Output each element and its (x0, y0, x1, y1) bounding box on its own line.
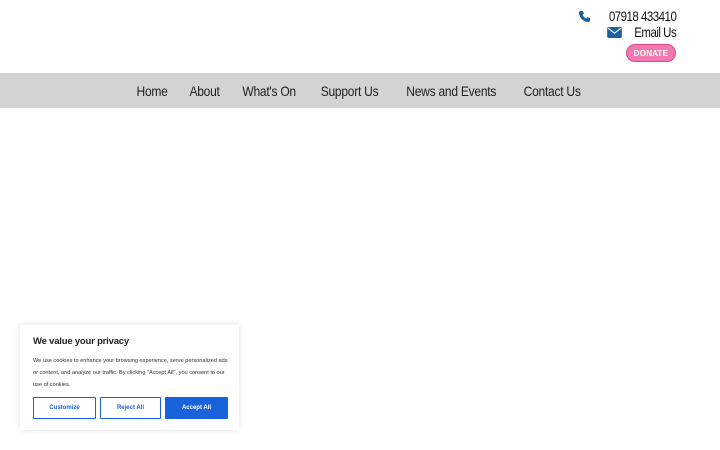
nav-item-home[interactable]: Home (130, 83, 175, 99)
header-contact: 07918 433410 Email Us (476, 8, 676, 40)
nav-item-support-us[interactable]: Support Us (314, 83, 385, 99)
main-nav: Home About What's On Support Us News and… (0, 73, 720, 108)
phone-link[interactable]: 07918 433410 (476, 8, 676, 24)
phone-icon (578, 10, 590, 22)
donate-button[interactable]: DONATE (626, 44, 676, 62)
cookie-buttons: Customize Reject All Accept All (33, 397, 228, 419)
nav-item-contact-us[interactable]: Contact Us (517, 83, 588, 99)
reject-all-button[interactable]: Reject All (100, 397, 161, 419)
envelope-icon (606, 26, 622, 38)
nav-item-about[interactable]: About (182, 83, 226, 99)
page: 07918 433410 Email Us DONATE Home About … (0, 0, 720, 450)
nav-item-news-and-events[interactable]: News and Events (399, 83, 503, 99)
customize-button[interactable]: Customize (33, 397, 96, 419)
email-link[interactable]: Email Us (476, 24, 676, 40)
phone-number: 07918 433410 (608, 8, 676, 24)
accept-all-button[interactable]: Accept All (165, 397, 228, 419)
cookie-consent-banner: We value your privacy We use cookies to … (20, 325, 239, 430)
email-label: Email Us (634, 24, 676, 40)
nav-item-whats-on[interactable]: What's On (235, 83, 302, 99)
cookie-title: We value your privacy (33, 336, 129, 347)
cookie-description: We use cookies to enhance your browsing … (33, 358, 228, 388)
